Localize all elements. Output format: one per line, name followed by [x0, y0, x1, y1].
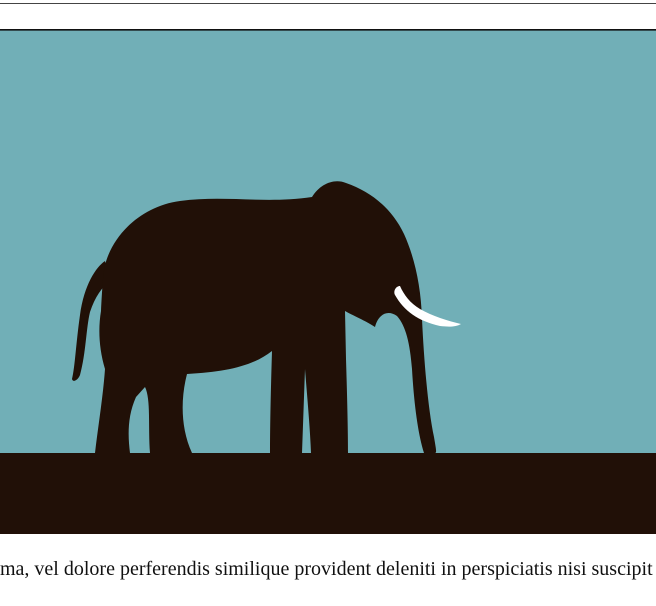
elephant-image — [0, 29, 656, 534]
body-paragraph: ma, vel dolore perferendis similique pro… — [0, 558, 653, 580]
top-divider — [0, 3, 656, 4]
page: ma, vel dolore perferendis similique pro… — [0, 0, 656, 606]
ground — [0, 453, 656, 534]
